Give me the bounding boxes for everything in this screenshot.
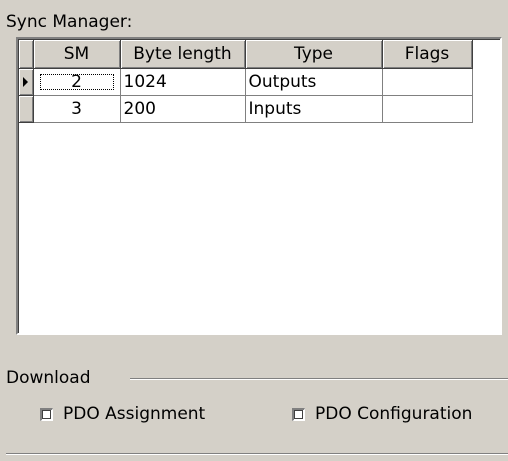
table-header-row: SM Byte length Type Flags bbox=[19, 40, 473, 69]
cell-flags[interactable] bbox=[382, 68, 473, 96]
column-header-sm[interactable]: SM bbox=[33, 40, 121, 69]
cell-type[interactable]: Inputs bbox=[245, 95, 383, 123]
cell-byte-length[interactable]: 200 bbox=[120, 95, 246, 123]
cell-type[interactable]: Outputs bbox=[245, 68, 383, 96]
cell-sm[interactable]: 3 bbox=[33, 95, 121, 123]
row-indicator-header bbox=[19, 40, 34, 69]
pdo-assignment-label[interactable]: PDO Assignment bbox=[63, 404, 205, 424]
column-header-flags[interactable]: Flags bbox=[382, 40, 473, 69]
row-indicator[interactable] bbox=[19, 95, 34, 123]
cell-byte-length[interactable]: 1024 bbox=[120, 68, 246, 96]
bottom-divider bbox=[6, 453, 508, 455]
cell-flags[interactable] bbox=[382, 95, 473, 123]
column-header-byte-length[interactable]: Byte length bbox=[120, 40, 246, 69]
pdo-configuration-checkbox-box[interactable] bbox=[292, 407, 305, 421]
pdo-assignment-checkbox-box[interactable] bbox=[40, 407, 53, 421]
pdo-configuration-label[interactable]: PDO Configuration bbox=[315, 404, 472, 424]
column-header-type[interactable]: Type bbox=[245, 40, 383, 69]
download-group-title: Download bbox=[6, 368, 95, 388]
pdo-configuration-checkbox[interactable]: PDO Configuration bbox=[292, 404, 472, 424]
table-row[interactable]: 2 1024 Outputs bbox=[19, 68, 473, 96]
sync-manager-table: SM Byte length Type Flags 2 1024 Outputs… bbox=[19, 40, 473, 123]
sync-manager-grid[interactable]: SM Byte length Type Flags 2 1024 Outputs… bbox=[16, 37, 502, 335]
download-group-divider bbox=[130, 378, 508, 380]
pdo-assignment-checkbox[interactable]: PDO Assignment bbox=[40, 404, 205, 424]
sync-manager-label: Sync Manager: bbox=[6, 12, 133, 32]
cell-sm[interactable]: 2 bbox=[33, 68, 121, 96]
row-indicator[interactable] bbox=[19, 68, 34, 96]
table-row[interactable]: 3 200 Inputs bbox=[19, 95, 473, 123]
current-row-arrow-icon bbox=[23, 77, 28, 87]
